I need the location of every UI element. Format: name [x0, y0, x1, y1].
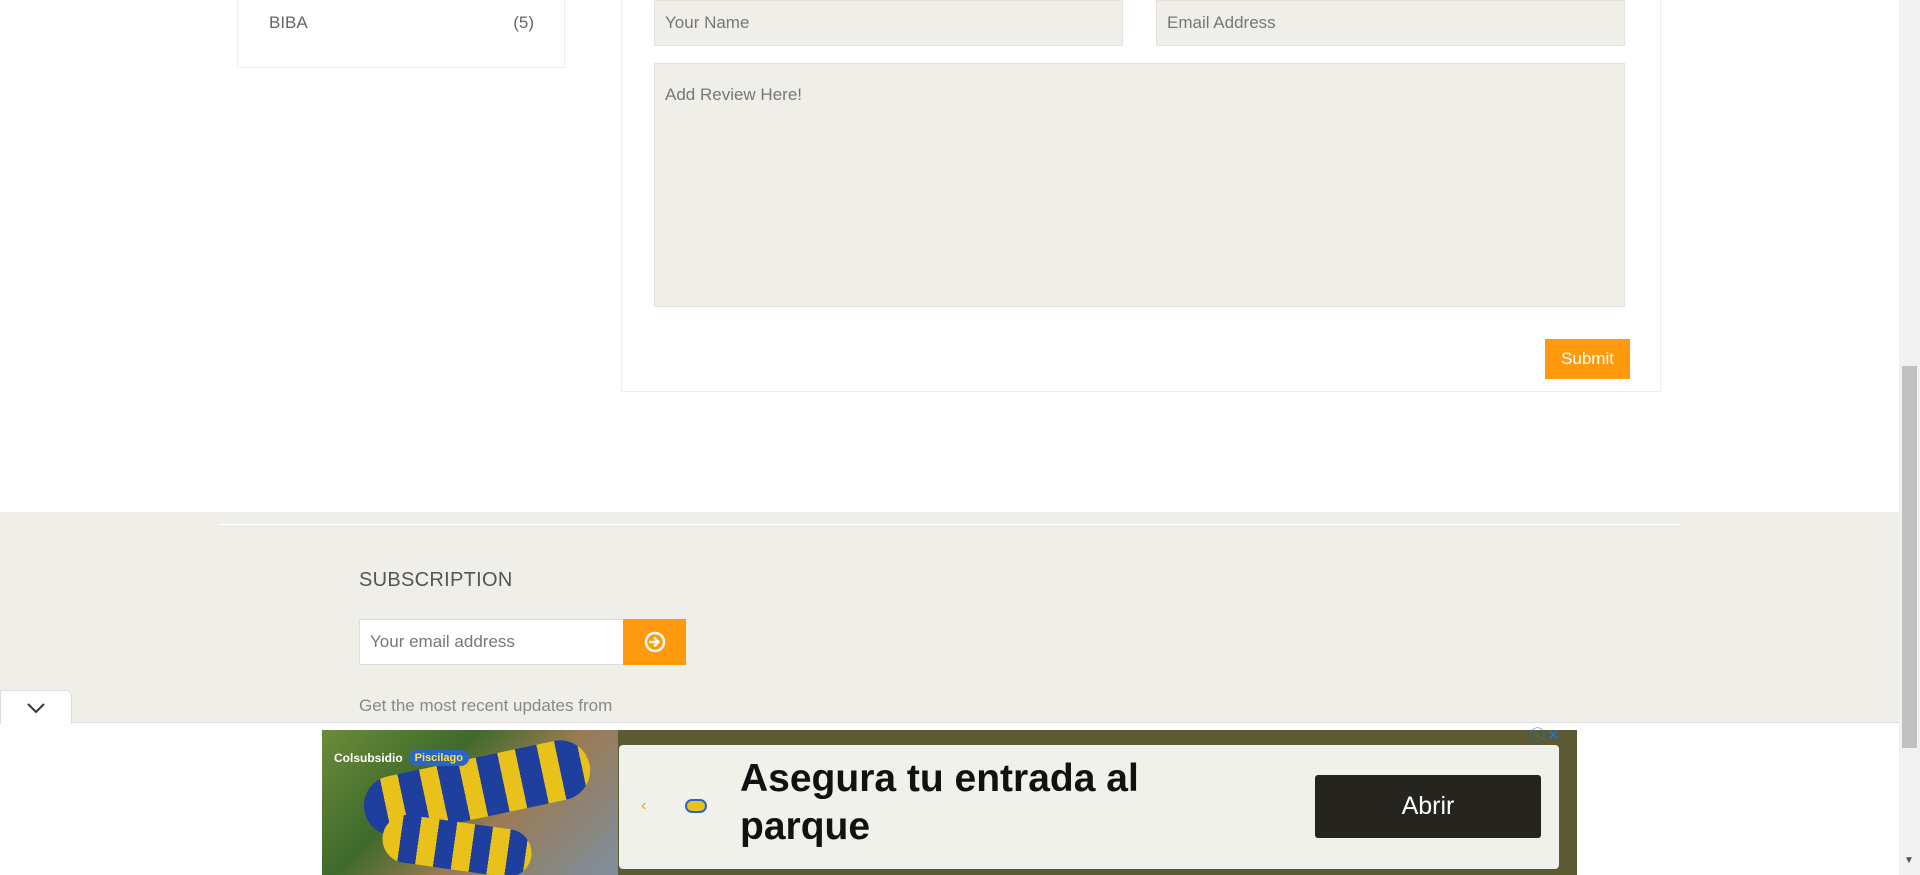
ad-logo-text: Colsubsidio	[334, 751, 403, 765]
brand-filter-box: BIBA (5)	[237, 0, 565, 68]
subscription-email-input[interactable]: Your email address	[359, 619, 624, 665]
ad-collapse-toggle[interactable]	[0, 690, 72, 724]
scrollbar-thumb[interactable]	[1902, 366, 1917, 748]
name-field[interactable]: Your Name	[654, 0, 1123, 46]
subscription-email-placeholder: Your email address	[370, 632, 515, 651]
scrollbar[interactable]: ▼	[1899, 0, 1920, 875]
footer-divider	[218, 524, 1680, 525]
ad-image-slide	[379, 811, 535, 875]
review-form: Your Name Email Address Add Review Here!…	[621, 0, 1661, 392]
scroll-down-arrow-icon[interactable]: ▼	[1904, 855, 1914, 866]
review-placeholder: Add Review Here!	[665, 85, 803, 104]
ad-controls: ⓘ ✕	[1530, 728, 1560, 744]
ad-image: Colsubsidio Piscilago	[322, 730, 618, 875]
arrow-circle-right-icon	[644, 631, 665, 653]
chevron-left-icon: ‹	[641, 797, 647, 814]
review-textarea[interactable]: Add Review Here!	[654, 63, 1625, 307]
submit-button[interactable]: Submit	[1545, 339, 1630, 379]
ad-logo-badge: Piscilago	[408, 750, 469, 766]
ad-open-button[interactable]: Abrir	[1315, 775, 1541, 838]
ad-mini-logo	[685, 799, 707, 813]
ad-info-icon[interactable]: ⓘ	[1530, 728, 1545, 744]
subscription-title: SUBSCRIPTION	[359, 569, 513, 591]
close-icon[interactable]: ✕	[1547, 728, 1560, 744]
email-placeholder: Email Address	[1167, 13, 1276, 32]
ad-banner[interactable]: Colsubsidio Piscilago ‹ Asegura tu entra…	[322, 730, 1577, 875]
email-field[interactable]: Email Address	[1156, 0, 1625, 46]
ad-headline[interactable]: Asegura tu entrada al parque	[740, 755, 1180, 851]
ad-card[interactable]: ‹ Asegura tu entrada al parque Abrir	[619, 745, 1559, 869]
subscribe-button[interactable]	[623, 619, 686, 665]
brand-name[interactable]: BIBA	[269, 13, 308, 33]
brand-filter-item[interactable]: BIBA (5)	[269, 13, 534, 33]
ad-logos: Colsubsidio Piscilago	[334, 750, 469, 766]
subscription-description: Get the most recent updates from	[359, 696, 613, 715]
name-placeholder: Your Name	[665, 13, 750, 32]
brand-count: (5)	[513, 13, 534, 32]
chevron-down-icon	[27, 702, 45, 713]
